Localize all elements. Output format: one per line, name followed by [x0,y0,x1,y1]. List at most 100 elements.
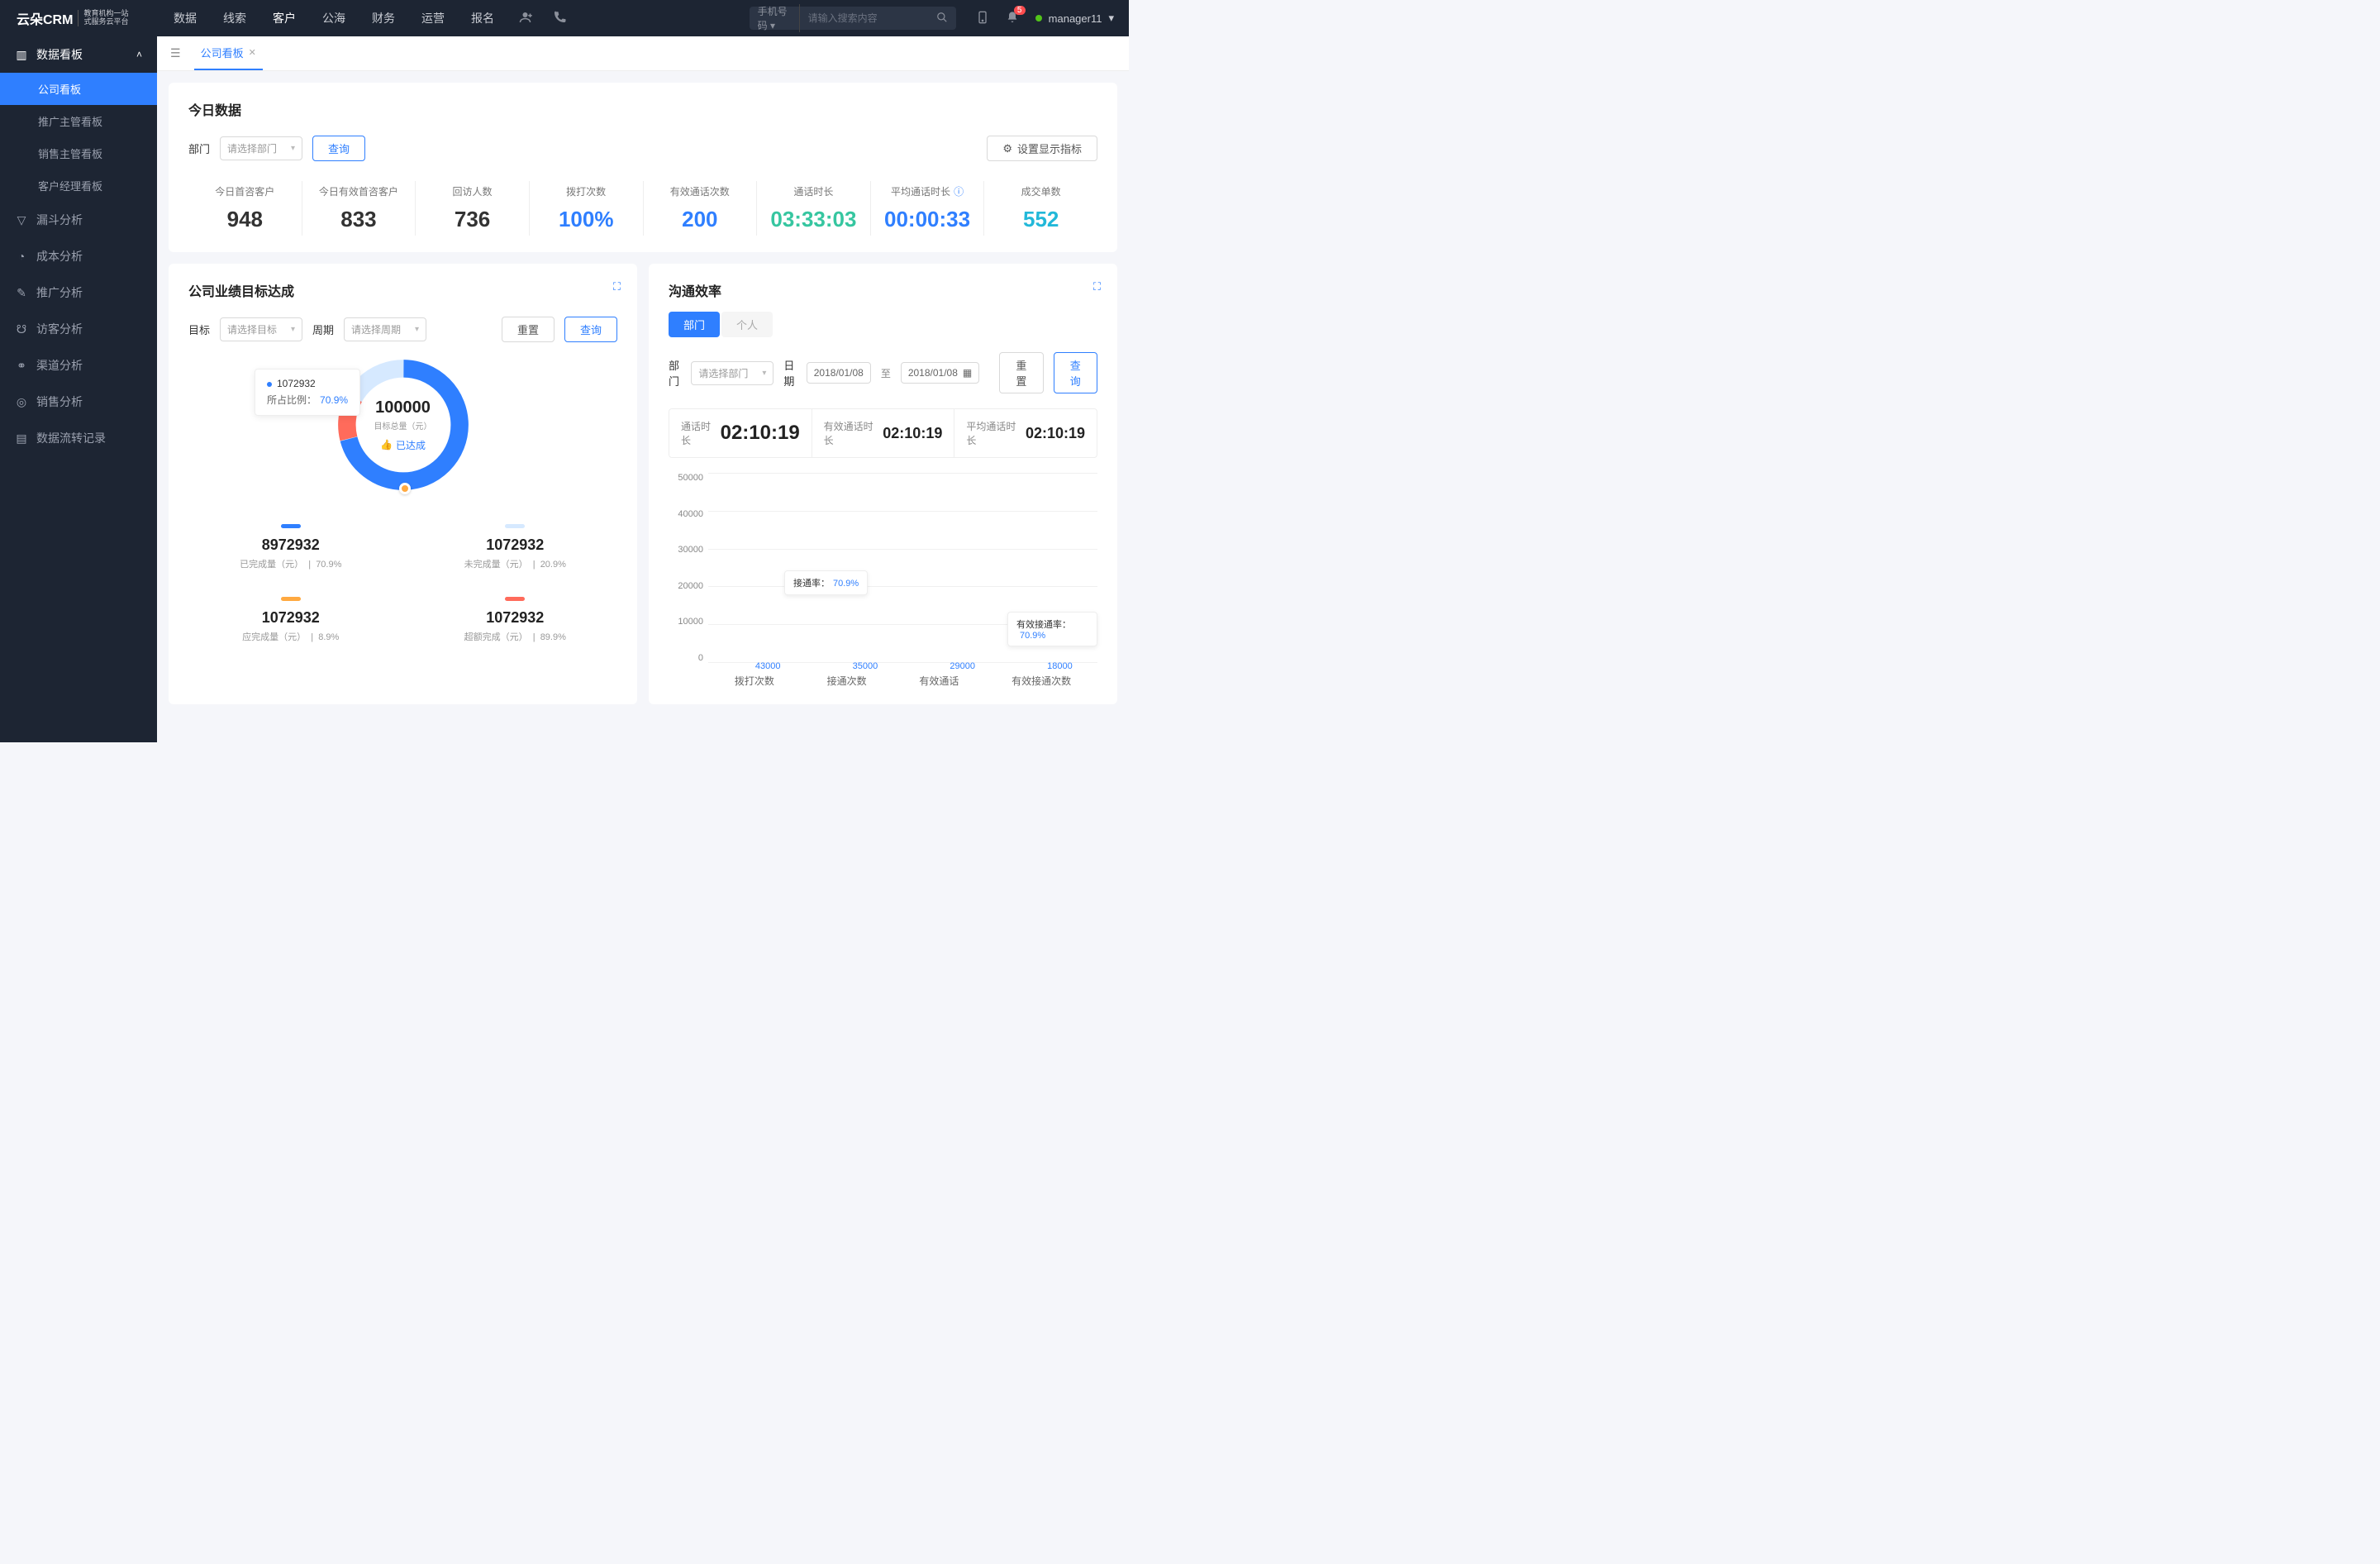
stat-item: 今日有效首咨客户833 [302,181,416,236]
card-today-data: 今日数据 部门 请选择部门 ▾ 查询 ⚙ 设置显示指标 [169,83,1117,252]
chevron-down-icon: ▾ [415,325,419,334]
phone-icon[interactable] [552,10,567,27]
top-header: 云朵CRM 教育机构一站 式服务云平台 数据 线索 客户 公海 财务 运营 报名 手机号码 … [0,0,1129,36]
sidebar-icon: ▤ [15,432,28,446]
info-cell: 通话时长02:10:19 [669,409,812,457]
sidebar-item[interactable]: ☋访客分析 [0,311,157,347]
query-button[interactable]: 查询 [564,317,617,342]
logo-subtitle: 教育机构一站 式服务云平台 [78,10,128,26]
logo: 云朵CRM 教育机构一站 式服务云平台 [0,8,149,28]
target-select[interactable]: 请选择目标 ▾ [220,317,302,341]
calendar-icon: ▦ [963,367,972,379]
expand-icon[interactable]: ⛶ [1093,280,1101,293]
segment-dept[interactable]: 部门 [669,312,720,337]
annotation-valid-connect-rate: 有效接通率：70.9% [1007,612,1097,646]
segment-person[interactable]: 个人 [721,312,773,337]
bar-chart: 50000400003000020000100000 4300035000290… [669,473,1097,688]
date-to-input[interactable]: 2018/01/08 ▦ [901,362,979,384]
card-title: 今日数据 [188,99,1097,119]
query-button[interactable]: 查询 [1054,352,1097,393]
card-communication: ⛶ 沟通效率 部门 个人 部门 请选择部门 ▾ 日期 [649,264,1117,704]
chart-tooltip: 1072932 所占比例：70.9% [255,369,360,416]
sidebar-icon: ◔ [15,250,28,263]
tab-bar: ☰ 公司看板 ✕ [157,36,1129,71]
sidebar-item[interactable]: ◔成本分析 [0,238,157,274]
achieved-badge: 👍 已达成 [380,438,426,452]
dept-select[interactable]: 请选择部门 ▾ [220,136,302,160]
card-title: 沟通效率 [669,280,1097,300]
sidebar-item[interactable]: ◎销售分析 [0,384,157,420]
chevron-down-icon: ▾ [762,369,766,378]
card-goal: ⛶ 公司业绩目标达成 目标 请选择目标 ▾ 周期 请选择周期 ▾ [169,264,637,704]
expand-icon[interactable]: ⛶ [613,280,621,293]
nav-item[interactable]: 客户 [273,10,296,26]
sidebar-icon: ✎ [15,286,28,300]
header-quick-icons [519,10,567,27]
sidebar-sub-item[interactable]: 公司看板 [0,73,157,105]
stat-item: 今日首咨客户948 [188,181,302,236]
donut-handle-icon [399,483,411,494]
sidebar-item[interactable]: ✎推广分析 [0,274,157,311]
legend-item: 1072932超额完成（元） | 89.9% [413,597,618,643]
legend-item: 1072932应完成量（元） | 8.9% [188,597,393,643]
chevron-up-icon: ˄ [136,49,142,60]
sidebar-sub-item[interactable]: 销售主管看板 [0,137,157,169]
nav-item[interactable]: 线索 [223,10,246,26]
period-select[interactable]: 请选择周期 ▾ [344,317,426,341]
tab-company-board[interactable]: 公司看板 ✕ [194,36,263,70]
sidebar-sub-item[interactable]: 推广主管看板 [0,105,157,137]
sidebar-item[interactable]: ▤数据流转记录 [0,420,157,456]
card-title: 公司业绩目标达成 [188,280,617,300]
nav-item[interactable]: 公海 [322,10,345,26]
mobile-icon[interactable] [976,11,989,26]
search-input[interactable] [800,12,936,24]
sidebar-icon: ◎ [15,395,28,409]
sidebar-item[interactable]: ⚭渠道分析 [0,347,157,384]
info-cell: 有效通话时长02:10:19 [812,409,955,457]
search-type-select[interactable]: 手机号码 ▾ [758,4,800,32]
info-cell: 平均通话时长02:10:19 [954,409,1097,457]
nav-item[interactable]: 财务 [372,10,395,26]
close-icon[interactable]: ✕ [249,47,256,58]
nav-item[interactable]: 数据 [174,10,197,26]
top-nav: 数据 线索 客户 公海 财务 运营 报名 [174,10,494,26]
settings-indicator-button[interactable]: ⚙ 设置显示指标 [987,136,1097,161]
annotation-connect-rate: 接通率：70.9% [784,570,868,595]
sidebar-group-dashboard[interactable]: ▥ 数据看板 ˄ [0,36,157,73]
reset-button[interactable]: 重置 [999,352,1043,393]
query-button[interactable]: 查询 [312,136,365,161]
bell-icon[interactable]: 5 [1006,11,1019,26]
notification-badge: 5 [1014,6,1026,15]
stat-item: 成交单数552 [984,181,1097,236]
chevron-down-icon: ▾ [291,325,295,334]
chevron-down-icon: ▾ [291,144,295,153]
user-menu[interactable]: manager11 ▾ [1035,12,1114,25]
reset-button[interactable]: 重置 [502,317,555,342]
stat-item: 有效通话次数200 [644,181,758,236]
dashboard-icon: ▥ [15,48,28,62]
sidebar-item[interactable]: ▽漏斗分析 [0,202,157,238]
sidebar-icon: ⚭ [15,359,28,373]
sidebar-sub-item[interactable]: 客户经理看板 [0,169,157,202]
info-icon[interactable]: ⓘ [954,184,964,198]
dept-select[interactable]: 请选择部门 ▾ [691,361,774,385]
search-box[interactable]: 手机号码 ▾ [750,7,956,30]
chevron-down-icon: ▾ [1108,12,1114,25]
add-user-icon[interactable] [519,10,534,27]
legend-item: 8972932已完成量（元） | 70.9% [188,524,393,570]
user-name: manager11 [1049,12,1102,25]
stat-item: 回访人数736 [416,181,530,236]
dept-label: 部门 [188,141,210,156]
sidebar-icon: ☋ [15,322,28,336]
logo-text: 云朵CRM [17,8,73,28]
status-dot-icon [1035,15,1042,21]
hamburger-icon[interactable]: ☰ [170,46,181,60]
stat-item: 平均通话时长ⓘ00:00:33 [871,181,985,236]
nav-item[interactable]: 运营 [421,10,445,26]
nav-item[interactable]: 报名 [471,10,494,26]
date-from-input[interactable]: 2018/01/08 [807,362,871,384]
stat-item: 拨打次数100% [530,181,644,236]
search-icon[interactable] [936,12,948,26]
sidebar: ▥ 数据看板 ˄ 公司看板推广主管看板销售主管看板客户经理看板 ▽漏斗分析◔成本… [0,36,157,742]
sidebar-icon: ▽ [15,213,28,227]
